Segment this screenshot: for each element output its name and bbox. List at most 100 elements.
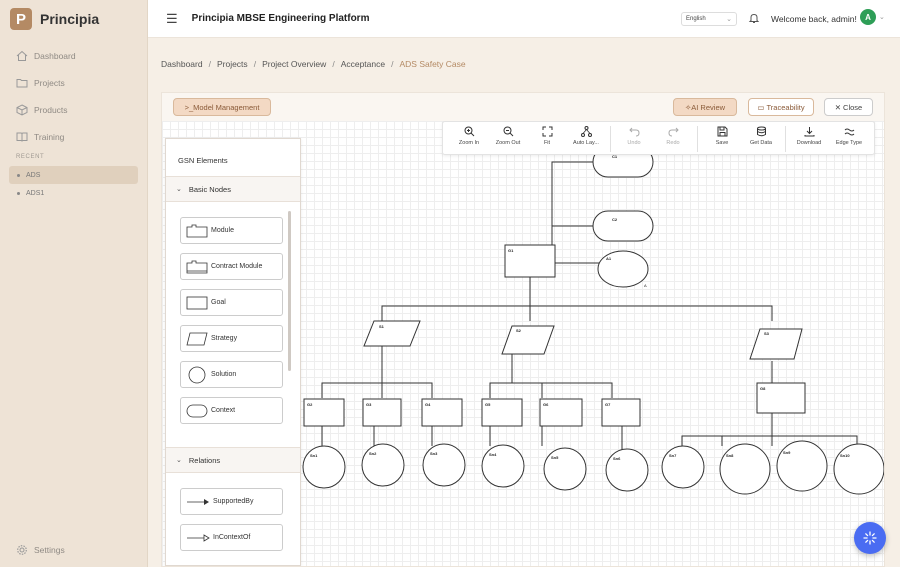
basic-nodes-header[interactable]: ⌄ Basic Nodes bbox=[166, 176, 300, 202]
palette-item-context[interactable]: Context bbox=[180, 397, 283, 424]
save-button[interactable]: Save bbox=[703, 126, 741, 146]
ai-review-label: AI Review bbox=[691, 102, 726, 112]
bell-icon[interactable] bbox=[748, 12, 760, 24]
sidebar-item-label: Products bbox=[34, 104, 68, 115]
palette-item-label: Context bbox=[211, 407, 236, 414]
node-id-sn8: Sn8 bbox=[726, 453, 734, 458]
zoom-out-button[interactable]: Zoom Out bbox=[489, 126, 527, 146]
palette-item-label: Module bbox=[211, 227, 234, 234]
palette-item-label: Strategy bbox=[211, 335, 238, 342]
palette-item-label: Contract Module bbox=[211, 263, 263, 270]
strategy-node-s2[interactable] bbox=[501, 325, 555, 355]
tool-label: Redo bbox=[666, 140, 680, 146]
palette-title: GSN Elements bbox=[178, 156, 228, 165]
undo-icon bbox=[628, 127, 640, 137]
edge-g1-c1 bbox=[551, 161, 593, 251]
recent-item-ads[interactable]: ADS bbox=[9, 166, 138, 184]
brand[interactable]: P Principia bbox=[0, 0, 147, 38]
close-icon: ✕ bbox=[834, 102, 842, 112]
toolbar-divider bbox=[697, 126, 698, 152]
edge-type-icon bbox=[844, 128, 854, 136]
chevron-down-icon[interactable]: ⌄ bbox=[879, 13, 885, 21]
breadcrumb-separator: / bbox=[391, 59, 394, 69]
module-icon bbox=[186, 224, 208, 237]
tool-label: Zoom Out bbox=[495, 140, 521, 146]
node-id-sn2: Sn2 bbox=[369, 451, 377, 456]
solution-node-sn8[interactable] bbox=[719, 443, 771, 495]
tool-label: Zoom In bbox=[458, 140, 480, 146]
breadcrumb-project-overview[interactable]: Project Overview bbox=[262, 59, 326, 69]
database-icon bbox=[756, 126, 766, 137]
goal-icon bbox=[186, 296, 208, 309]
sidebar-item-projects[interactable]: Projects bbox=[0, 69, 147, 96]
palette-scrollbar[interactable] bbox=[288, 211, 291, 371]
sidebar-nav: Dashboard Projects Products Training bbox=[0, 42, 147, 150]
toolbar-divider bbox=[610, 126, 611, 152]
ai-assistant-fab[interactable] bbox=[854, 522, 886, 554]
palette-item-strategy[interactable]: Strategy bbox=[180, 325, 283, 352]
language-select[interactable]: English ⌄ bbox=[681, 12, 737, 26]
palette-item-module[interactable]: Module bbox=[180, 217, 283, 244]
fit-button[interactable]: Fit bbox=[528, 126, 566, 146]
edge-s2-goals bbox=[489, 353, 613, 398]
assumption-marker: A bbox=[644, 283, 647, 288]
node-id-g8: G8 bbox=[760, 386, 766, 391]
gsn-elements-panel: GSN Elements ⌄ Basic Nodes Module Contra… bbox=[165, 138, 301, 566]
section-label: Relations bbox=[188, 455, 221, 465]
sidebar-item-products[interactable]: Products bbox=[0, 96, 147, 123]
context-node-c2[interactable] bbox=[592, 210, 654, 242]
avatar[interactable]: A bbox=[860, 9, 876, 25]
node-id-sn5: Sn5 bbox=[551, 455, 559, 460]
close-button[interactable]: ✕ Close bbox=[824, 98, 873, 116]
diagram-canvas[interactable]: C1 C2 A1 A G1 S1 S2 S3 G2 G3 G4 G5 G6 G7… bbox=[162, 121, 884, 566]
zoom-out-icon bbox=[503, 126, 513, 137]
breadcrumb-acceptance[interactable]: Acceptance bbox=[341, 59, 385, 69]
relations-header[interactable]: ⌄ Relations bbox=[166, 447, 300, 473]
palette-item-solution[interactable]: Solution bbox=[180, 361, 283, 388]
download-button[interactable]: Download bbox=[790, 126, 828, 146]
breadcrumb-projects[interactable]: Projects bbox=[217, 59, 248, 69]
palette-item-contract-module[interactable]: Contract Module bbox=[180, 253, 283, 280]
edge-type-button[interactable]: Edge Type bbox=[830, 126, 868, 146]
solution-node-sn9[interactable] bbox=[776, 440, 828, 492]
node-id-g1: G1 bbox=[508, 248, 514, 253]
palette-item-incontextof[interactable]: InContextOf bbox=[180, 524, 283, 551]
sidebar-item-training[interactable]: Training bbox=[0, 123, 147, 150]
node-id-sn3: Sn3 bbox=[430, 451, 438, 456]
palette-item-supportedby[interactable]: SupportedBy bbox=[180, 488, 283, 515]
sidebar-item-settings[interactable]: Settings bbox=[0, 536, 65, 563]
node-id-g6: G6 bbox=[543, 402, 549, 407]
get-data-button[interactable]: Get Data bbox=[742, 126, 780, 146]
app-name: Principia bbox=[40, 11, 100, 27]
strategy-node-s1[interactable] bbox=[363, 320, 421, 347]
welcome-text: Welcome back, admin! bbox=[771, 14, 857, 24]
strategy-node-s3[interactable] bbox=[749, 328, 803, 360]
breadcrumb-current: ADS Safety Case bbox=[399, 59, 466, 69]
recent-item-ads1[interactable]: ADS1 bbox=[9, 184, 138, 202]
auto-layout-button[interactable]: Auto Lay... bbox=[567, 126, 605, 146]
recent-item-label: ADS bbox=[26, 171, 41, 179]
traceability-label: Traceability bbox=[766, 102, 805, 112]
palette-item-label: Solution bbox=[211, 371, 237, 378]
solution-node-sn10[interactable] bbox=[833, 443, 884, 495]
menu-icon[interactable]: ☰ bbox=[166, 11, 178, 27]
toolbar-divider bbox=[785, 126, 786, 152]
save-icon bbox=[717, 126, 727, 137]
edge-g8-solutions bbox=[681, 413, 858, 446]
tool-label: Fit bbox=[543, 140, 551, 146]
zoom-in-button[interactable]: Zoom In bbox=[450, 126, 488, 146]
ai-review-button[interactable]: ✧ AI Review bbox=[673, 98, 737, 116]
in-context-of-arrow-icon bbox=[187, 533, 210, 542]
redo-button[interactable]: Redo bbox=[654, 126, 692, 146]
traceability-button[interactable]: ▭ Traceability bbox=[748, 98, 814, 116]
palette-item-goal[interactable]: Goal bbox=[180, 289, 283, 316]
undo-button[interactable]: Undo bbox=[615, 126, 653, 146]
breadcrumb-dashboard[interactable]: Dashboard bbox=[161, 59, 203, 69]
tool-label: Download bbox=[796, 140, 822, 146]
model-management-button[interactable]: >_Model Management bbox=[173, 98, 271, 116]
home-icon bbox=[16, 50, 28, 61]
sidebar-item-dashboard[interactable]: Dashboard bbox=[0, 42, 147, 69]
solution-icon bbox=[188, 366, 206, 383]
node-id-s2: S2 bbox=[516, 328, 522, 333]
palette-item-label: SupportedBy bbox=[213, 498, 254, 505]
